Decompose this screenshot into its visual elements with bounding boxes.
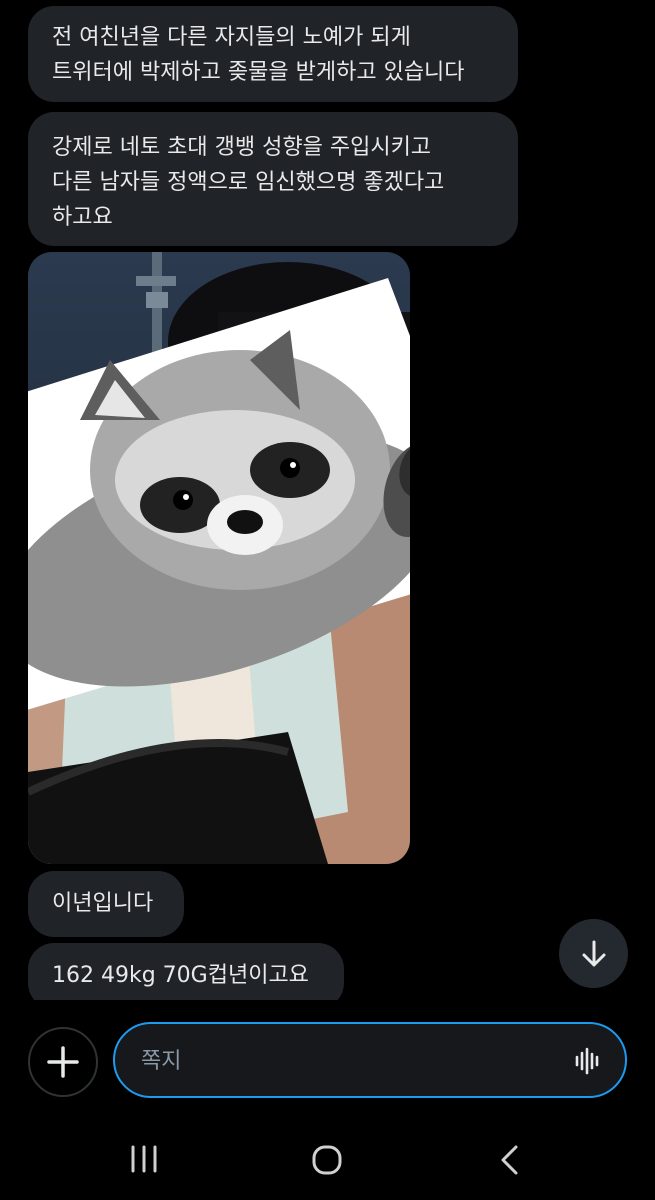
message-composer — [113, 1022, 627, 1098]
plus-icon — [47, 1046, 79, 1078]
home-button[interactable] — [311, 1144, 343, 1180]
back-icon — [501, 1145, 518, 1175]
add-media-button[interactable] — [28, 1027, 98, 1097]
photo-illustration — [28, 252, 410, 864]
back-button[interactable] — [498, 1144, 522, 1180]
message-input[interactable] — [139, 1024, 563, 1098]
home-icon — [312, 1145, 342, 1175]
message-bubble: 강제로 네토 초대 갱뱅 성향을 주입시키고 다른 남자들 정액으로 임신했으명… — [28, 112, 518, 246]
arrow-down-icon — [582, 940, 605, 966]
message-bubble: 전 여친년을 다른 자지들의 노예가 되게 트위터에 박제하고 좆물을 받게하고… — [28, 6, 518, 102]
recent-apps-button[interactable] — [128, 1144, 160, 1178]
system-navigation-bar — [0, 1120, 655, 1200]
voice-wave-icon — [575, 1047, 599, 1075]
image-message[interactable] — [28, 252, 410, 864]
recent-apps-icon — [131, 1145, 157, 1173]
voice-message-button[interactable] — [573, 1046, 603, 1080]
message-bubble: 이년입니다 — [28, 871, 184, 937]
composer-divider — [0, 1000, 655, 1022]
scroll-to-bottom-button[interactable] — [559, 919, 628, 988]
